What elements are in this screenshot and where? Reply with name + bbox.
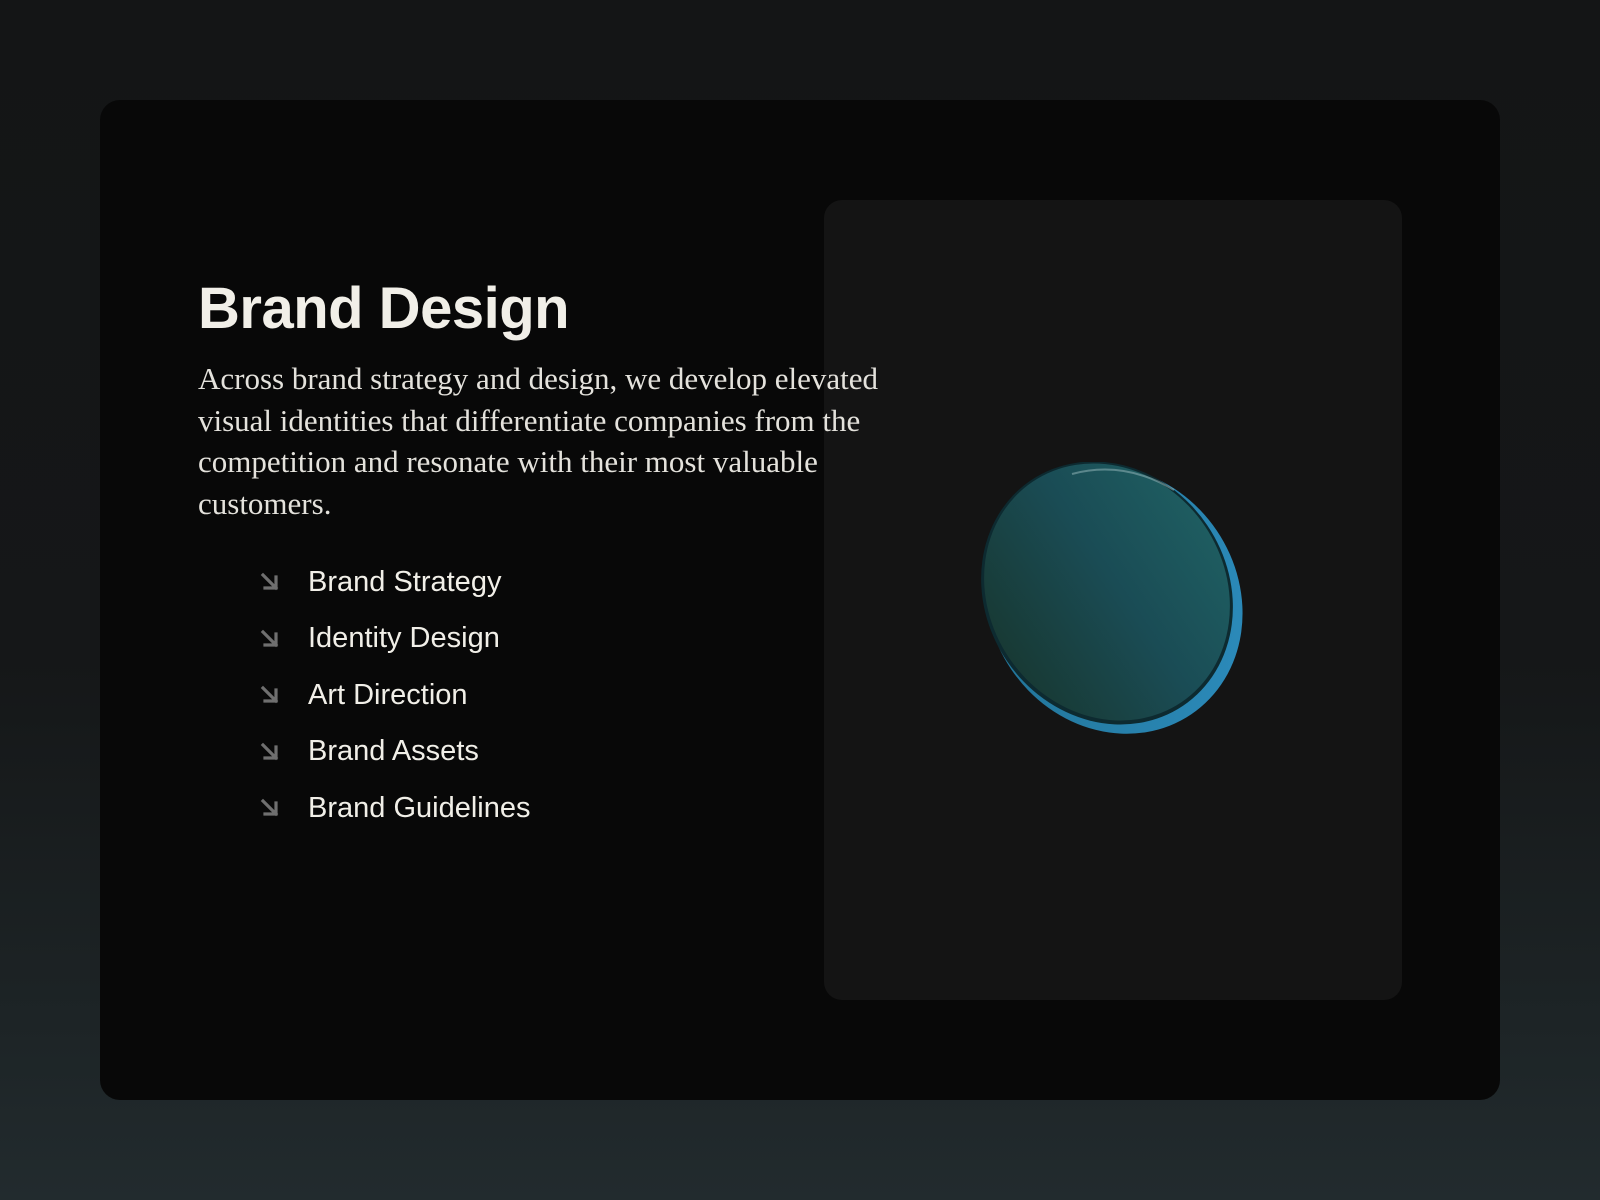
service-label: Brand Assets xyxy=(308,735,479,768)
section-description: Across brand strategy and design, we dev… xyxy=(198,361,879,521)
arrow-down-right-icon xyxy=(258,570,282,594)
service-label: Art Direction xyxy=(308,678,468,711)
section-title: Brand Design xyxy=(198,276,570,341)
arrow-down-right-icon xyxy=(258,740,282,764)
list-item: Identity Design xyxy=(258,611,530,668)
services-list: Brand Strategy Identity Design Art Direc… xyxy=(258,554,530,837)
service-label: Brand Strategy xyxy=(308,565,502,598)
media-panel xyxy=(824,200,1402,1000)
list-item: Art Direction xyxy=(258,667,530,724)
list-item: Brand Strategy xyxy=(258,554,530,611)
service-card: Brand Design Across brand strategy and d… xyxy=(100,100,1500,1100)
list-item: Brand Assets xyxy=(258,724,530,781)
service-label: Identity Design xyxy=(308,622,500,655)
arrow-down-right-icon xyxy=(258,796,282,820)
arrow-down-right-icon xyxy=(258,683,282,707)
arrow-down-right-icon xyxy=(258,627,282,651)
list-item: Brand Guidelines xyxy=(258,780,530,837)
service-label: Brand Guidelines xyxy=(308,791,531,824)
teal-glass-disc-image xyxy=(974,462,1244,734)
